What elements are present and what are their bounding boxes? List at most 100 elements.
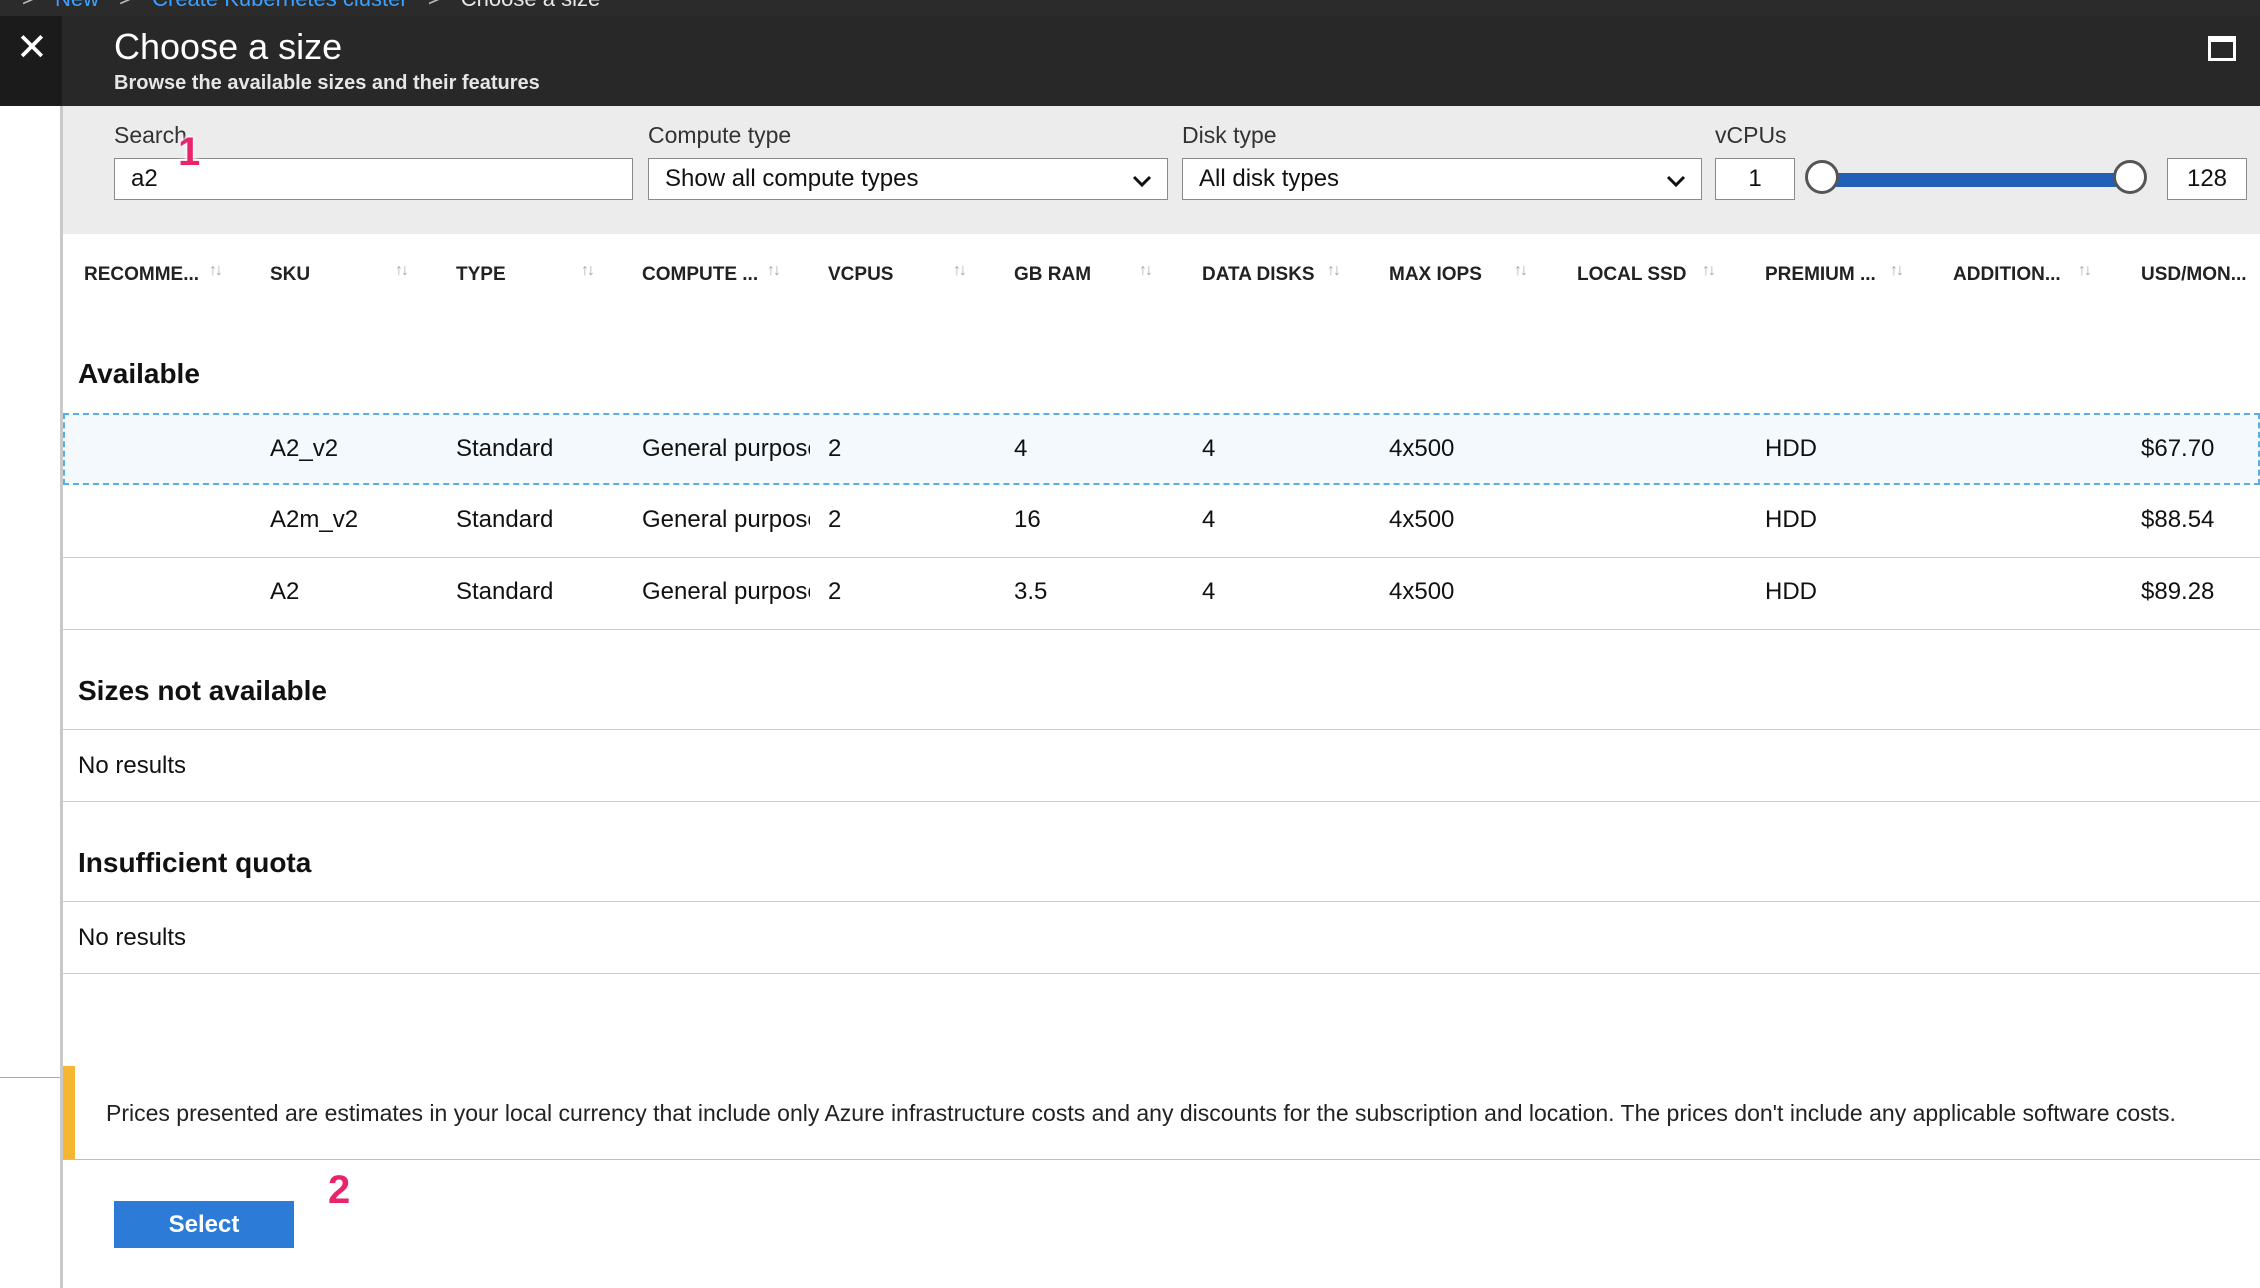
left-panel-edge	[0, 106, 63, 1288]
breadcrumb-new-link[interactable]: New	[55, 0, 99, 11]
table-header: RECOMME... ↑↓ SKU ↑↓ TYPE ↑↓ COMPUTE ...…	[63, 234, 2260, 314]
annotation-marker-1: 1	[178, 130, 201, 174]
sort-icon[interactable]: ↑↓	[1139, 262, 1153, 280]
cell-type: Standard	[456, 578, 554, 605]
column-header-vcpus[interactable]: VCPUS	[828, 264, 893, 286]
column-header-type[interactable]: TYPE	[456, 264, 506, 286]
no-results-insufficient-quota: No results	[78, 924, 187, 951]
cell-sku: A2m_v2	[270, 506, 359, 533]
divider	[63, 801, 2260, 802]
vcpus-label: vCPUs	[1715, 122, 1787, 148]
sort-icon[interactable]: ↑↓	[395, 262, 409, 280]
page-subtitle: Browse the available sizes and their fea…	[114, 72, 540, 94]
cell-data-disks: 4	[1202, 506, 1216, 533]
close-area: ✕	[0, 16, 62, 106]
cell-sku: A2	[270, 578, 300, 605]
divider	[63, 973, 2260, 974]
breadcrumb-separator: >	[119, 0, 132, 11]
vcpus-slider-min-thumb[interactable]	[1805, 160, 1839, 194]
breadcrumb-separator: >	[22, 0, 35, 11]
maximize-icon[interactable]	[2208, 36, 2236, 61]
warning-bar	[63, 1066, 75, 1160]
divider	[63, 901, 2260, 902]
column-header-sku[interactable]: SKU	[270, 264, 310, 286]
disk-type-select[interactable]: All disk types	[1182, 158, 1702, 200]
divider	[63, 1159, 2260, 1160]
cell-price: $89.28	[2141, 578, 2215, 605]
compute-type-select[interactable]: Show all compute types	[648, 158, 1168, 200]
sort-icon[interactable]: ↑↓	[1327, 262, 1341, 280]
compute-type-label: Compute type	[648, 122, 792, 148]
column-header-usd-month[interactable]: USD/MON...	[2141, 264, 2247, 286]
divider	[63, 729, 2260, 730]
breadcrumb: > New > Create Kubernetes cluster > Choo…	[0, 0, 2260, 16]
no-results-not-available: No results	[78, 752, 187, 779]
column-header-max-iops[interactable]: MAX IOPS	[1389, 264, 1482, 286]
breadcrumb-separator: >	[428, 0, 441, 11]
section-heading-available: Available	[78, 358, 200, 389]
disk-type-value: All disk types	[1199, 165, 1340, 192]
sort-icon[interactable]: ↑↓	[1514, 262, 1528, 280]
column-header-local-ssd[interactable]: LOCAL SSD	[1577, 264, 1686, 286]
column-header-data-disks[interactable]: DATA DISKS	[1202, 264, 1315, 286]
cell-type: Standard	[456, 435, 554, 462]
cell-max-iops: 4x500	[1389, 506, 1455, 533]
search-label: Search	[114, 122, 187, 148]
cell-ram: 16	[1014, 506, 1041, 533]
cell-price: $88.54	[2141, 506, 2215, 533]
annotation-marker-2: 2	[328, 1168, 351, 1212]
sort-icon[interactable]: ↑↓	[1890, 262, 1904, 280]
cell-premium: HDD	[1765, 435, 1817, 462]
vcpus-max-input[interactable]: 128	[2167, 158, 2247, 200]
cell-compute: General purpose	[642, 435, 810, 462]
cell-sku: A2_v2	[270, 435, 339, 462]
breadcrumb-create-cluster-link[interactable]: Create Kubernetes cluster	[152, 0, 408, 11]
vcpus-min-input[interactable]: 1	[1715, 158, 1795, 200]
cell-price: $67.70	[2141, 435, 2215, 462]
sort-icon[interactable]: ↑↓	[581, 262, 595, 280]
chevron-down-icon	[1665, 165, 1687, 205]
page-title: Choose a size	[114, 26, 343, 67]
cell-type: Standard	[456, 506, 554, 533]
cell-compute: General purpose	[642, 506, 810, 533]
disk-type-label: Disk type	[1182, 122, 1277, 148]
column-header-additional[interactable]: ADDITION...	[1953, 264, 2061, 286]
vcpus-slider-max-thumb[interactable]	[2113, 160, 2147, 194]
column-header-compute[interactable]: COMPUTE ...	[642, 264, 758, 286]
column-header-recommended[interactable]: RECOMME...	[84, 264, 199, 286]
close-icon[interactable]: ✕	[16, 28, 48, 68]
breadcrumb-current: Choose a size	[461, 0, 600, 11]
column-header-gb-ram[interactable]: GB RAM	[1014, 264, 1091, 286]
cell-vcpus: 2	[828, 506, 842, 533]
vcpus-slider-track[interactable]	[1831, 173, 2135, 187]
cell-vcpus: 2	[828, 435, 842, 462]
table-row[interactable]: A2 Standard General purpose 2 3.5 4 4x50…	[63, 558, 2260, 630]
compute-type-value: Show all compute types	[665, 165, 919, 192]
cell-data-disks: 4	[1202, 578, 1216, 605]
sort-icon[interactable]: ↑↓	[209, 262, 223, 280]
section-heading-not-available: Sizes not available	[78, 675, 327, 706]
cell-ram: 4	[1014, 435, 1028, 462]
cell-max-iops: 4x500	[1389, 435, 1455, 462]
price-notice: Prices presented are estimates in your l…	[63, 1066, 2260, 1160]
cell-ram: 3.5	[1014, 578, 1048, 605]
price-notice-text: Prices presented are estimates in your l…	[106, 1100, 2176, 1126]
chevron-down-icon	[1131, 165, 1153, 205]
sort-icon[interactable]: ↑↓	[953, 262, 967, 280]
select-button[interactable]: Select	[114, 1201, 294, 1248]
cell-premium: HDD	[1765, 578, 1817, 605]
sort-icon[interactable]: ↑↓	[2078, 262, 2092, 280]
cell-compute: General purpose	[642, 578, 810, 605]
table-row[interactable]: A2_v2 Standard General purpose 2 4 4 4x5…	[63, 413, 2260, 485]
column-header-premium[interactable]: PREMIUM ...	[1765, 264, 1876, 286]
table-row[interactable]: A2m_v2 Standard General purpose 2 16 4 4…	[63, 486, 2260, 558]
left-panel-divider	[0, 1077, 60, 1078]
sort-icon[interactable]: ↑↓	[767, 262, 781, 280]
sort-icon[interactable]: ↑↓	[1702, 262, 1716, 280]
cell-max-iops: 4x500	[1389, 578, 1455, 605]
cell-vcpus: 2	[828, 578, 842, 605]
section-heading-insufficient-quota: Insufficient quota	[78, 847, 312, 878]
filter-bar: Search a2 Compute type Show all compute …	[63, 106, 2260, 234]
cell-data-disks: 4	[1202, 435, 1216, 462]
cell-premium: HDD	[1765, 506, 1817, 533]
